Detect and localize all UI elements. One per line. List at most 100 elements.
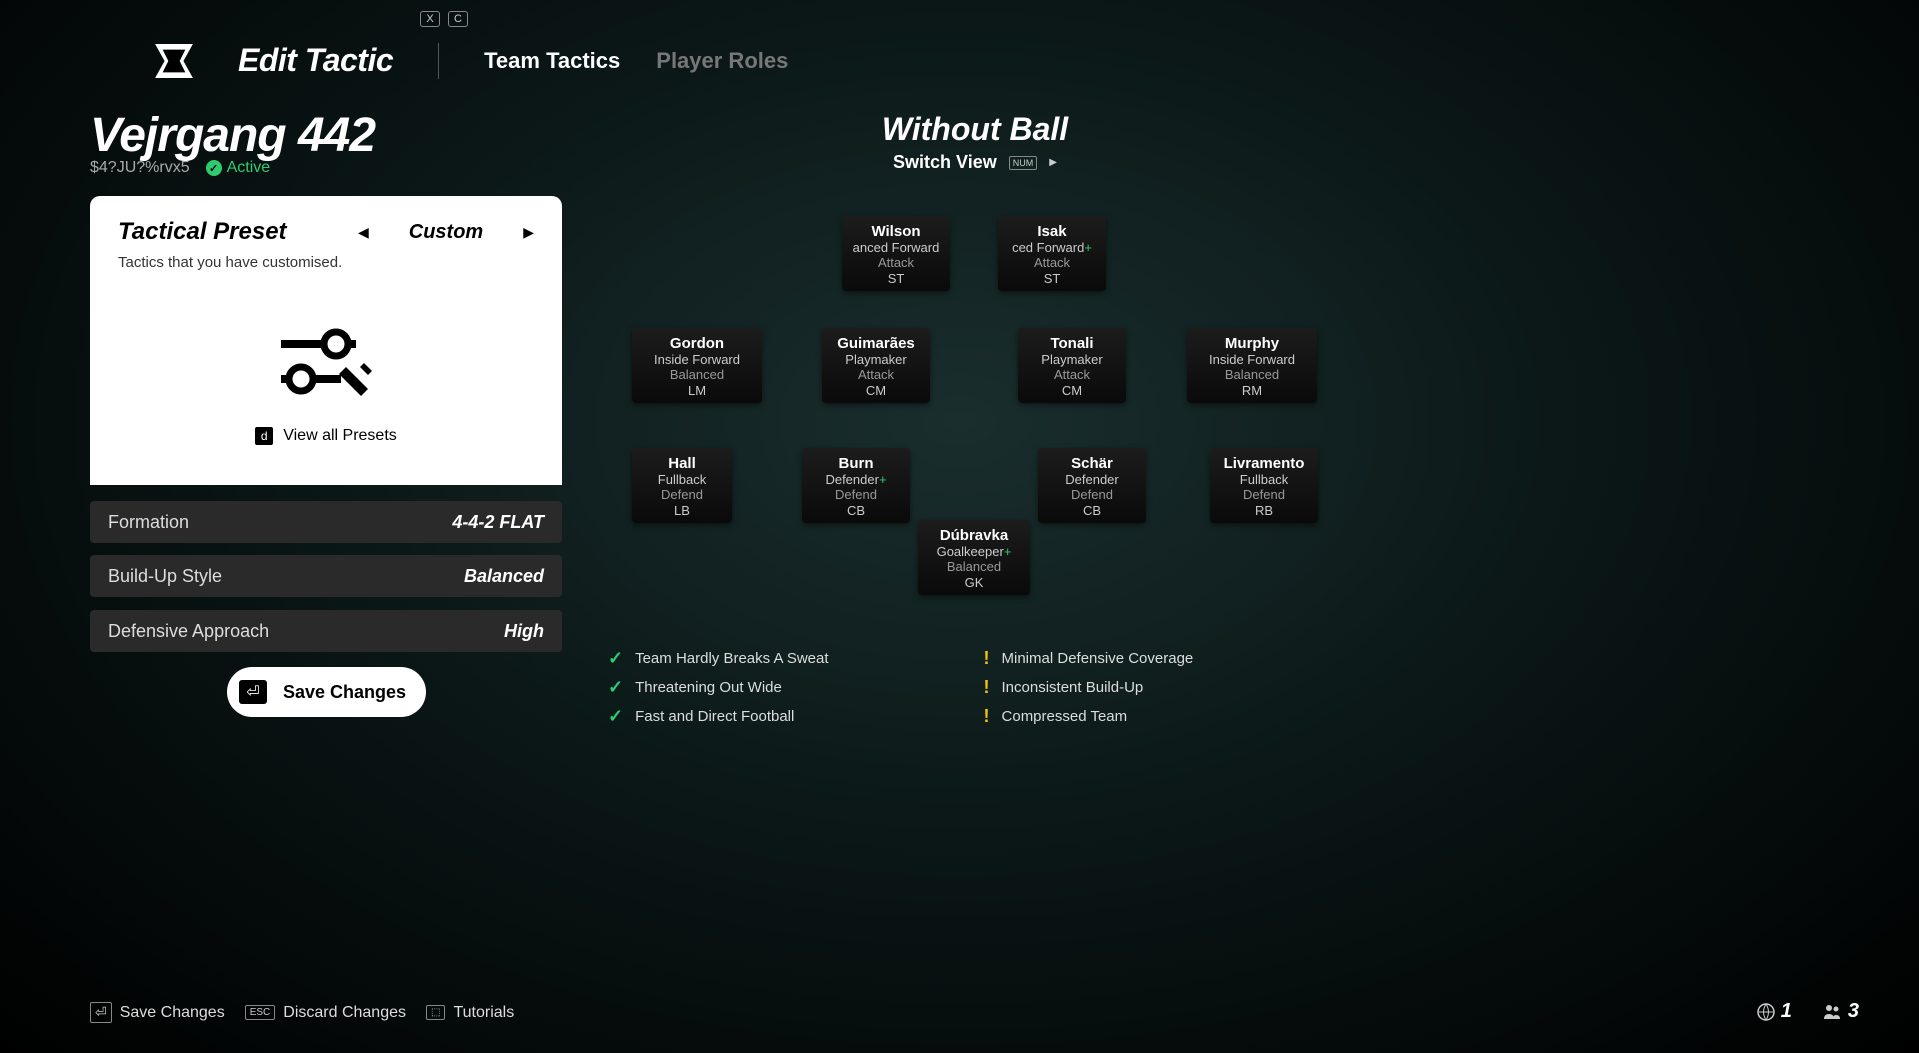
footer-discard[interactable]: ESC Discard Changes bbox=[245, 1002, 406, 1023]
check-icon: ✓ bbox=[608, 706, 623, 727]
player-pos: LM bbox=[642, 383, 752, 398]
preset-prev-arrow[interactable]: ◀ bbox=[358, 224, 369, 241]
player-pos: CM bbox=[1028, 383, 1116, 398]
player-pos: ST bbox=[852, 271, 940, 286]
player-st-wilson[interactable]: Wilson anced Forward Attack ST bbox=[842, 216, 950, 291]
player-duty: Attack bbox=[832, 367, 920, 382]
player-pos: LB bbox=[642, 503, 722, 518]
formation-label: Formation bbox=[108, 512, 189, 533]
square-key-icon: ⬚ bbox=[426, 1005, 445, 1020]
preset-next-arrow[interactable]: ▶ bbox=[523, 224, 534, 241]
player-duty: Attack bbox=[852, 255, 940, 270]
pitch-area: Wilson anced Forward Attack ST Isak ced … bbox=[570, 210, 1370, 610]
player-cm-tonali[interactable]: Tonali Playmaker Attack CM bbox=[1018, 328, 1126, 403]
footer-save[interactable]: ⏎ Save Changes bbox=[90, 1002, 225, 1023]
player-rb-livramento[interactable]: Livramento Fullback Defend RB bbox=[1210, 448, 1318, 523]
positive-traits: ✓Team Hardly Breaks A Sweat ✓Threatening… bbox=[608, 648, 829, 727]
player-role: Goalkeeper+ bbox=[928, 544, 1020, 559]
player-role: Fullback bbox=[642, 472, 722, 487]
status-indicator-2: 3 bbox=[1822, 1000, 1859, 1023]
save-changes-button[interactable]: ⏎ Save Changes bbox=[227, 667, 426, 717]
player-duty: Attack bbox=[1008, 255, 1096, 270]
player-gk-dubravka[interactable]: Dúbravka Goalkeeper+ Balanced GK bbox=[918, 520, 1030, 595]
check-icon: ✓ bbox=[608, 648, 623, 669]
player-role: Playmaker bbox=[1028, 352, 1116, 367]
player-name: Guimarães bbox=[832, 335, 920, 352]
formation-row[interactable]: Formation 4-4-2 FLAT bbox=[90, 501, 562, 543]
player-name: Isak bbox=[1008, 223, 1096, 240]
player-duty: Defend bbox=[812, 487, 900, 502]
count-2: 3 bbox=[1848, 1000, 1859, 1023]
plus-icon: + bbox=[879, 472, 887, 487]
game-logo bbox=[155, 44, 193, 78]
defensive-row[interactable]: Defensive Approach High bbox=[90, 610, 562, 652]
player-pos: GK bbox=[928, 575, 1020, 590]
player-name: Livramento bbox=[1220, 455, 1308, 472]
tab-player-roles[interactable]: Player Roles bbox=[656, 48, 788, 74]
esc-key-icon: ESC bbox=[245, 1005, 276, 1020]
player-st-isak[interactable]: Isak ced Forward+ Attack ST bbox=[998, 216, 1106, 291]
people-icon bbox=[1822, 1003, 1842, 1021]
trait-text: Compressed Team bbox=[1002, 708, 1128, 725]
player-name: Wilson bbox=[852, 223, 940, 240]
defensive-value: High bbox=[504, 621, 544, 642]
player-duty: Attack bbox=[1028, 367, 1116, 382]
player-role: Defender bbox=[1048, 472, 1136, 487]
player-pos: CB bbox=[1048, 503, 1136, 518]
player-role: Defender+ bbox=[812, 472, 900, 487]
player-role: Inside Forward bbox=[642, 352, 752, 367]
preset-description: Tactics that you have customised. bbox=[118, 254, 534, 271]
tab-team-tactics[interactable]: Team Tactics bbox=[484, 48, 620, 74]
player-role: Inside Forward bbox=[1197, 352, 1307, 367]
warning-traits: ! Minimal Defensive Coverage ! Inconsisten… bbox=[984, 648, 1194, 727]
player-lm-gordon[interactable]: Gordon Inside Forward Balanced LM bbox=[632, 328, 762, 403]
defensive-label: Defensive Approach bbox=[108, 621, 269, 642]
status-indicator-1: 1 bbox=[1757, 1000, 1792, 1023]
footer-tutorials[interactable]: ⬚ Tutorials bbox=[426, 1002, 514, 1023]
switch-view-label[interactable]: Switch View bbox=[893, 152, 997, 173]
player-duty: Defend bbox=[642, 487, 722, 502]
view-all-presets[interactable]: View all Presets bbox=[283, 427, 397, 445]
enter-key-icon: ⏎ bbox=[239, 680, 267, 704]
player-name: Hall bbox=[642, 455, 722, 472]
switch-arrow-icon: ▶ bbox=[1049, 157, 1057, 168]
player-name: Murphy bbox=[1197, 335, 1307, 352]
player-name: Schär bbox=[1048, 455, 1136, 472]
player-pos: RB bbox=[1220, 503, 1308, 518]
tactical-preset-card[interactable]: Tactical Preset ◀ Custom ▶ Tactics that … bbox=[90, 196, 562, 485]
warn-icon: ! bbox=[984, 677, 990, 698]
player-cb-burn[interactable]: Burn Defender+ Defend CB bbox=[802, 448, 910, 523]
player-role: Fullback bbox=[1220, 472, 1308, 487]
count-1: 1 bbox=[1781, 1000, 1792, 1023]
tactic-code: $4?JU?%rvx5 bbox=[90, 159, 190, 177]
formation-value: 4-4-2 FLAT bbox=[452, 512, 544, 533]
warn-icon: ! bbox=[984, 706, 990, 727]
trait-text: Fast and Direct Football bbox=[635, 708, 794, 725]
player-duty: Balanced bbox=[1197, 367, 1307, 382]
plus-icon: + bbox=[1004, 544, 1012, 559]
trait-text: Inconsistent Build-Up bbox=[1002, 679, 1144, 696]
player-cb-schar[interactable]: Schär Defender Defend CB bbox=[1038, 448, 1146, 523]
player-duty: Defend bbox=[1048, 487, 1136, 502]
player-cm-guimaraes[interactable]: Guimarães Playmaker Attack CM bbox=[822, 328, 930, 403]
player-duty: Defend bbox=[1220, 487, 1308, 502]
enter-key-icon: ⏎ bbox=[90, 1002, 112, 1023]
player-lb-hall[interactable]: Hall Fullback Defend LB bbox=[632, 448, 732, 523]
footer-tutorials-label: Tutorials bbox=[453, 1004, 514, 1022]
trait-text: Team Hardly Breaks A Sweat bbox=[635, 650, 828, 667]
buildup-row[interactable]: Build-Up Style Balanced bbox=[90, 555, 562, 597]
warn-icon: ! bbox=[984, 648, 990, 669]
player-name: Dúbravka bbox=[928, 527, 1020, 544]
player-name: Gordon bbox=[642, 335, 752, 352]
player-rm-murphy[interactable]: Murphy Inside Forward Balanced RM bbox=[1187, 328, 1317, 403]
preset-title: Tactical Preset bbox=[118, 218, 287, 246]
trait-text: Minimal Defensive Coverage bbox=[1002, 650, 1194, 667]
active-label: Active bbox=[227, 159, 271, 177]
player-duty: Balanced bbox=[642, 367, 752, 382]
key-c: C bbox=[448, 11, 468, 27]
player-name: Burn bbox=[812, 455, 900, 472]
tactic-name: Vejrgang 442 bbox=[90, 108, 375, 163]
player-pos: CB bbox=[812, 503, 900, 518]
footer-save-label: Save Changes bbox=[120, 1004, 225, 1022]
custom-sliders-icon bbox=[276, 319, 376, 409]
